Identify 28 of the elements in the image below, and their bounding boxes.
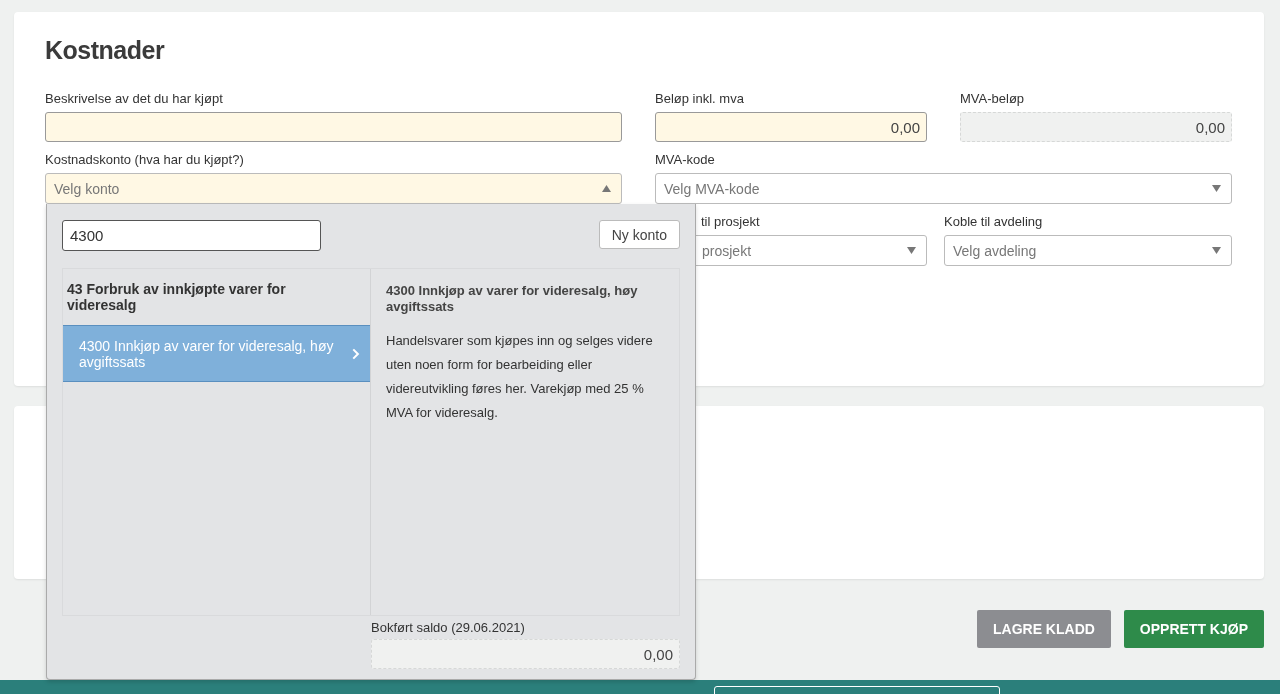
field-label: Beskrivelse av det du har kjøpt xyxy=(45,91,224,106)
select-field[interactable]: Velg avdeling xyxy=(944,235,1232,266)
caret-down-icon xyxy=(1212,185,1221,192)
field-label: MVA-beløp xyxy=(960,91,1026,106)
input-field[interactable] xyxy=(45,112,622,142)
balance-field: 0,00 xyxy=(371,639,680,669)
field-label: Kostnadskonto (hva har du kjøpt?) xyxy=(45,152,245,167)
save-draft-button[interactable]: LAGRE KLADD xyxy=(976,610,1111,648)
account-group-heading: 43 Forbruk av innkjøpte varer for videresalg xyxy=(66,280,287,315)
caret-down-icon xyxy=(907,247,916,254)
input-field[interactable]: 0,00 xyxy=(655,112,927,142)
search-field[interactable]: 4300 xyxy=(62,220,321,251)
create-button[interactable]: OPPRETT KJØP xyxy=(1123,610,1264,648)
select-field[interactable]: Velg MVA-kode xyxy=(655,173,1232,204)
field-label: MVA-kode xyxy=(655,152,716,167)
account-detail-title: 4300 Innkjøp av varer for videresalg, høy avgiftssats xyxy=(386,283,639,315)
chevron-right-icon xyxy=(352,346,360,361)
field-label: til prosjekt xyxy=(700,214,761,229)
input-field: 0,00 xyxy=(960,112,1232,142)
field-label: Bokført saldo (29.06.2021) xyxy=(371,620,526,635)
field-label: Koble til avdeling xyxy=(944,214,1044,229)
select-field[interactable]: Velg konto xyxy=(45,173,622,204)
caret-up-icon xyxy=(602,185,611,192)
account-description: Handelsvarer som kjøpes inn og selges videre uten noen form for bearbeiding eller videreutvikling føres her. Varekjøp med 25 % MVA for videresalg. xyxy=(386,332,654,422)
caret-down-icon xyxy=(1212,247,1221,254)
page-title: Kostnader xyxy=(45,36,166,65)
new-account-button[interactable]: Ny konto xyxy=(598,220,680,249)
field-label: Beløp inkl. mva xyxy=(655,91,745,106)
